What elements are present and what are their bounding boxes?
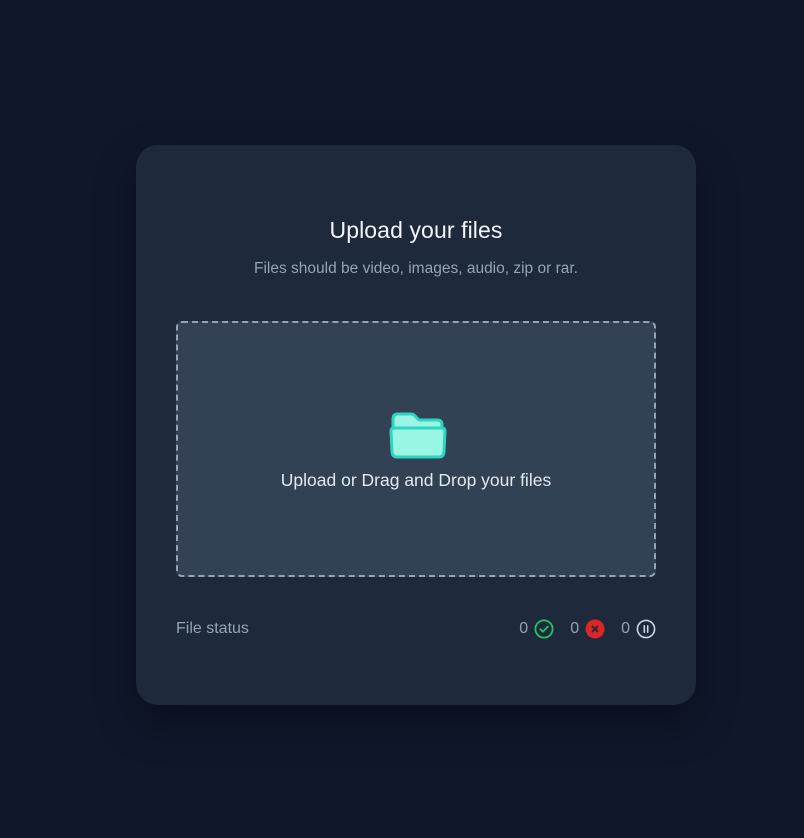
paused-count: 0 [621, 620, 630, 637]
file-status-counts: 0 0 0 [519, 618, 656, 640]
success-count: 0 [519, 620, 529, 637]
folder-icon [389, 412, 447, 459]
success-count-group: 0 [519, 619, 554, 639]
check-circle-icon [534, 619, 554, 639]
upload-card: Upload your files Files should be video,… [136, 145, 696, 705]
upload-subtitle: Files should be video, images, audio, zi… [254, 260, 578, 277]
file-status-label: File status [176, 620, 249, 637]
x-circle-icon [585, 619, 605, 639]
error-count-group: 0 [570, 619, 605, 639]
pause-circle-icon [636, 619, 656, 639]
upload-title: Upload your files [329, 217, 503, 243]
dropzone-label: Upload or Drag and Drop your files [280, 470, 552, 490]
dropzone[interactable]: Upload or Drag and Drop your files [176, 321, 656, 577]
error-count: 0 [570, 620, 580, 637]
paused-count-group: 0 [621, 619, 656, 639]
